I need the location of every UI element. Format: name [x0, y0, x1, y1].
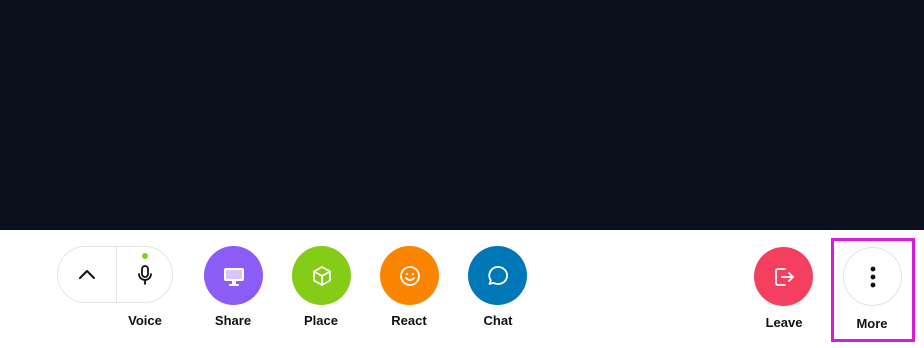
chat-label: Chat	[483, 313, 513, 328]
more-label: More	[856, 316, 888, 331]
leave-label: Leave	[765, 315, 803, 330]
chevron-up-icon	[79, 269, 95, 279]
place-button[interactable]	[292, 246, 351, 305]
microphone-icon	[138, 264, 152, 285]
share-label: Share	[214, 313, 252, 328]
leave-button[interactable]	[754, 247, 813, 306]
place-label: Place	[304, 313, 338, 328]
chat-bubble-icon	[487, 265, 508, 285]
monitor-icon	[223, 267, 244, 286]
mic-active-indicator	[142, 253, 148, 259]
smile-icon	[399, 265, 420, 286]
video-stage	[0, 0, 924, 230]
vertical-dots-icon	[870, 266, 875, 287]
voice-label: Voice	[128, 313, 162, 328]
cube-icon	[312, 265, 331, 286]
voice-control-group	[57, 246, 173, 303]
react-label: React	[391, 313, 427, 328]
react-button[interactable]	[380, 246, 439, 305]
share-button[interactable]	[204, 246, 263, 305]
more-button[interactable]	[843, 247, 902, 306]
voice-options-button[interactable]	[58, 247, 116, 302]
chat-button[interactable]	[468, 246, 527, 305]
microphone-button[interactable]	[116, 247, 174, 302]
exit-icon	[774, 267, 794, 286]
